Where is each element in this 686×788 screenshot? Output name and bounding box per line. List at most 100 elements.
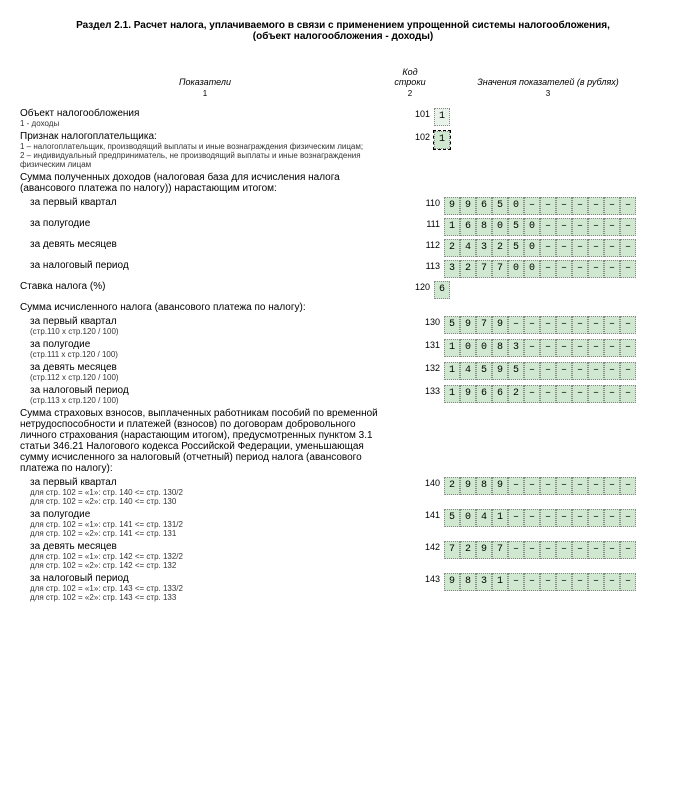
cell[interactable]: – [540,509,556,527]
cell[interactable]: 9 [444,197,460,215]
cell[interactable]: 9 [444,573,460,591]
cell[interactable]: – [572,541,588,559]
cell[interactable]: 7 [492,260,508,278]
cell[interactable]: 1 [492,573,508,591]
cell[interactable]: 7 [476,260,492,278]
cell[interactable]: – [620,218,636,236]
cell[interactable]: – [556,385,572,403]
cell[interactable]: – [572,362,588,380]
cell[interactable]: 6 [476,385,492,403]
cell[interactable]: – [556,573,572,591]
cell[interactable]: 9 [460,477,476,495]
cell[interactable]: – [588,541,604,559]
cell[interactable]: – [604,239,620,257]
cell[interactable]: – [620,197,636,215]
cell[interactable]: – [604,260,620,278]
cell[interactable]: 0 [460,509,476,527]
cell[interactable]: 1 [492,509,508,527]
cell[interactable]: 9 [460,385,476,403]
cell[interactable]: – [508,509,524,527]
cell[interactable]: – [572,385,588,403]
cell[interactable]: – [588,477,604,495]
cell[interactable]: – [540,218,556,236]
cell[interactable]: 2 [492,239,508,257]
cell[interactable]: – [588,239,604,257]
cell[interactable]: – [572,316,588,334]
cell[interactable]: – [604,218,620,236]
cell[interactable]: – [524,573,540,591]
cell[interactable]: 1 [444,218,460,236]
cell[interactable]: – [556,477,572,495]
cell[interactable]: 3 [476,239,492,257]
cell[interactable]: 4 [476,509,492,527]
cell[interactable]: – [604,197,620,215]
cell[interactable]: 9 [492,477,508,495]
cell[interactable]: – [524,197,540,215]
cell[interactable]: – [604,339,620,357]
cell[interactable]: – [620,573,636,591]
cell[interactable]: – [556,339,572,357]
cell[interactable]: 0 [508,197,524,215]
cell[interactable]: – [508,541,524,559]
cell[interactable]: 9 [492,362,508,380]
cell[interactable]: 0 [524,239,540,257]
cell[interactable]: – [572,197,588,215]
cell[interactable]: 4 [460,362,476,380]
cell[interactable]: – [540,385,556,403]
cell[interactable]: – [588,218,604,236]
cell[interactable]: – [540,573,556,591]
cell[interactable]: – [524,509,540,527]
cell[interactable]: 6 [460,218,476,236]
cell[interactable]: – [524,362,540,380]
cell-101[interactable]: 1 [434,108,450,126]
cell[interactable]: 9 [460,197,476,215]
cell[interactable]: – [620,316,636,334]
cell[interactable]: 0 [460,339,476,357]
cell[interactable]: – [604,316,620,334]
cell[interactable]: – [508,573,524,591]
cell[interactable]: 5 [508,239,524,257]
cell[interactable]: – [588,362,604,380]
cell[interactable]: – [620,239,636,257]
cell[interactable]: – [508,316,524,334]
cell[interactable]: 5 [444,509,460,527]
cell[interactable]: – [620,260,636,278]
cell[interactable]: 8 [492,339,508,357]
cell[interactable]: – [556,316,572,334]
cell-102[interactable]: 1 [434,131,450,149]
cell[interactable]: 9 [492,316,508,334]
cell[interactable]: – [540,541,556,559]
cell[interactable]: 7 [492,541,508,559]
cell[interactable]: – [620,477,636,495]
cell[interactable]: – [620,385,636,403]
cell[interactable]: – [588,260,604,278]
cell[interactable]: – [524,385,540,403]
cell[interactable]: – [524,541,540,559]
cell[interactable]: 9 [460,316,476,334]
cell[interactable]: 5 [508,218,524,236]
cell[interactable]: – [572,239,588,257]
cell[interactable]: – [604,362,620,380]
cell[interactable]: 3 [476,573,492,591]
cell[interactable]: 0 [476,339,492,357]
cell[interactable]: – [572,218,588,236]
cell[interactable]: 4 [460,239,476,257]
cell[interactable]: – [556,218,572,236]
cell[interactable]: 8 [460,573,476,591]
cell[interactable]: – [556,260,572,278]
cell[interactable]: 2 [460,541,476,559]
cell[interactable]: – [572,477,588,495]
cell[interactable]: 8 [476,218,492,236]
cell[interactable]: 5 [508,362,524,380]
cell[interactable]: – [588,385,604,403]
cell[interactable]: – [540,477,556,495]
cell[interactable]: – [540,316,556,334]
cell[interactable]: – [620,541,636,559]
cell[interactable]: – [620,339,636,357]
cell[interactable]: 1 [444,362,460,380]
cell[interactable]: – [572,339,588,357]
cell[interactable]: 0 [492,218,508,236]
cell[interactable]: – [540,260,556,278]
cell[interactable]: – [620,509,636,527]
cell[interactable]: 0 [524,260,540,278]
